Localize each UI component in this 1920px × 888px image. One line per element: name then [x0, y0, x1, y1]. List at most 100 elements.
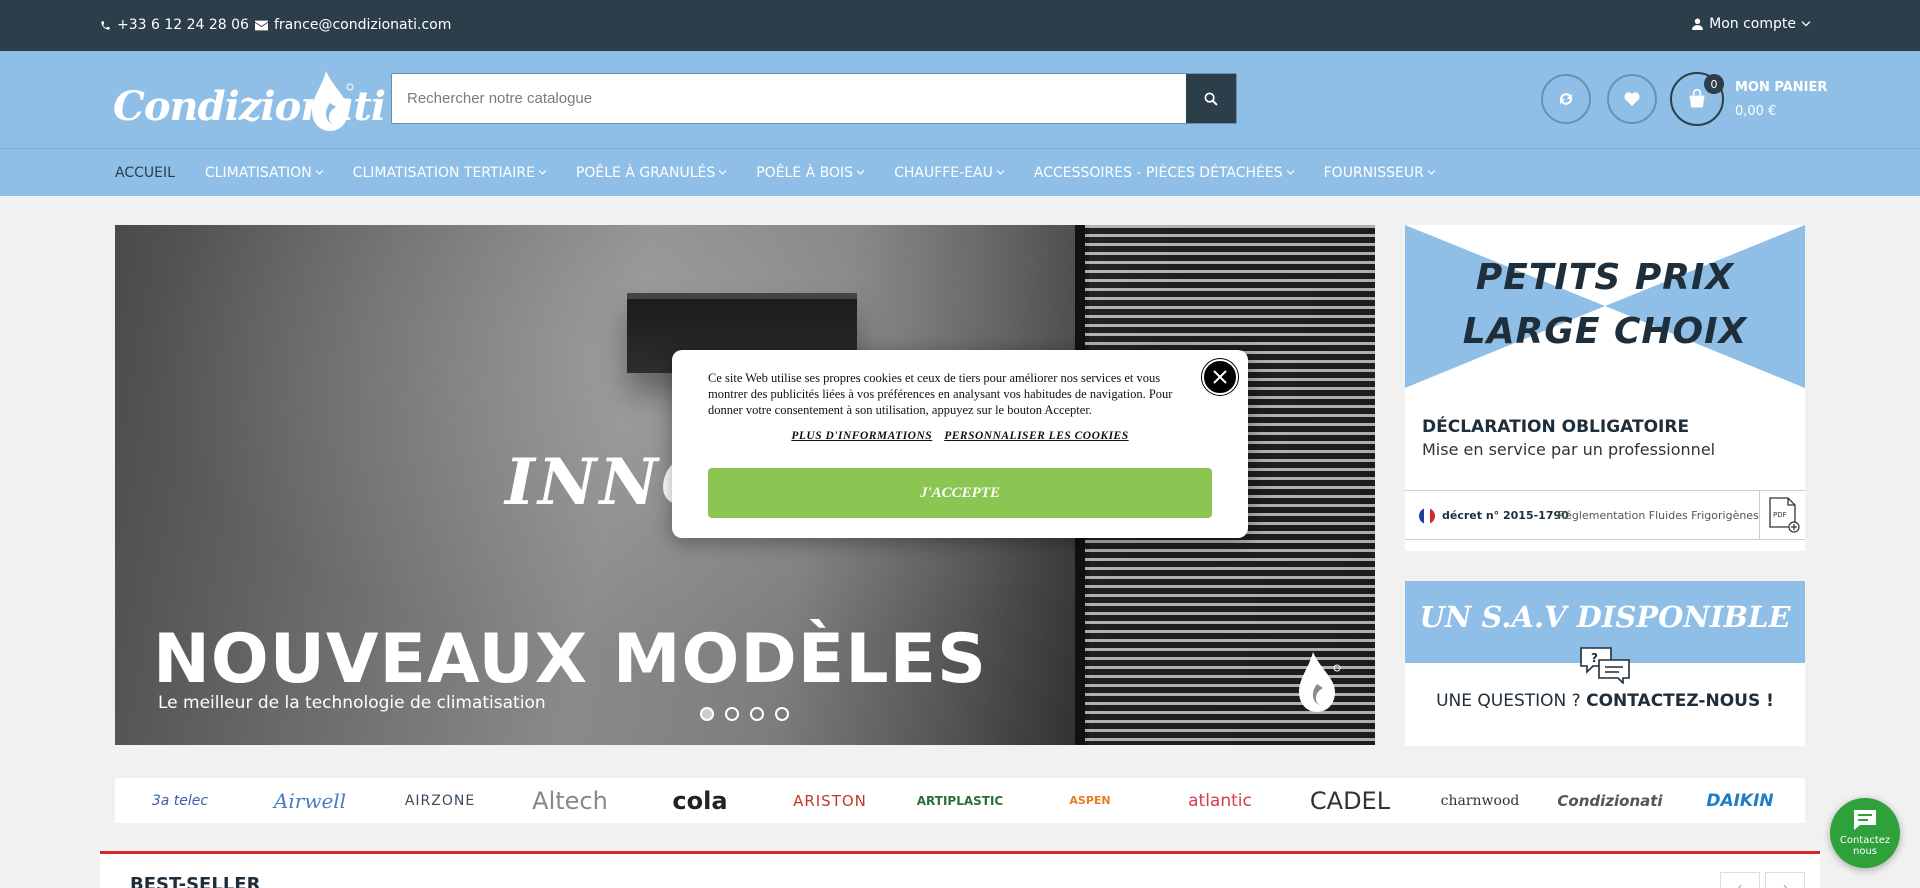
nav-item-poele-bois[interactable]: POÊLE À BOIS	[756, 165, 865, 181]
cart-label[interactable]: MON PANIER	[1735, 80, 1827, 95]
chat-label-line-2: nous	[1852, 846, 1877, 857]
nav-label: CLIMATISATION TERTIAIRE	[352, 164, 535, 181]
bestseller-section: BEST-SELLER ‹ ›	[100, 851, 1820, 888]
slider-pagination	[700, 707, 789, 721]
brand-logo-artiplastic[interactable]: ARTIPLASTIC	[895, 794, 1025, 808]
compare-refresh-icon	[1560, 93, 1572, 105]
promo-banner-top: PETITS PRIX LARGE CHOIX	[1405, 225, 1805, 388]
cookie-message: Ce site Web utilise ses propres cookies …	[708, 371, 1173, 417]
chat-label: Contactez nous	[1830, 835, 1900, 857]
close-modal-button[interactable]	[1202, 359, 1238, 395]
nav-label: ACCUEIL	[115, 164, 175, 181]
slider-headline: NOUVEAUX MODÈLES	[153, 620, 987, 699]
account-label: Mon compte	[1709, 16, 1796, 32]
nav-label: FOURNISSEUR	[1323, 164, 1424, 181]
brand-logo-altech[interactable]: Altech	[505, 787, 635, 815]
brand-carousel: 3a telec Airwell AIRZONE Altech cola ARI…	[115, 778, 1805, 823]
declaration-subtitle: Mise en service par un professionnel	[1422, 440, 1716, 459]
chevron-down-icon	[719, 170, 727, 175]
site-header: Condizionati 0 MON PANIER 0,00 €	[0, 51, 1920, 148]
nav-item-poele-granules[interactable]: POÊLE À GRANULÉS	[575, 164, 727, 181]
chevron-down-icon	[538, 170, 546, 175]
air-conditioner-top	[627, 293, 857, 299]
brand-logo-airzone[interactable]: AIRZONE	[375, 793, 505, 809]
sav-contact-cta[interactable]: CONTACTEZ-NOUS !	[1586, 691, 1774, 711]
wishlist-button[interactable]	[1607, 74, 1657, 124]
chevron-down-icon	[1427, 170, 1435, 175]
nav-label: POÊLE À GRANULÉS	[575, 164, 716, 181]
chevron-down-icon	[1802, 21, 1810, 27]
chat-label-line-1: Contactez	[1839, 835, 1891, 846]
brand-logo-airwell[interactable]: Airwell	[245, 789, 375, 813]
brand-logo-condizionati[interactable]: Condizionati	[1545, 792, 1675, 810]
slider-subtitle: Le meilleur de la technologie de climati…	[158, 693, 546, 713]
sav-title: UN S.A.V DISPONIBLE	[1419, 600, 1791, 634]
chat-icon	[1854, 810, 1876, 830]
brand-logo-charnwood[interactable]: charnwood	[1415, 793, 1545, 809]
regulation-text: Réglementation Fluides Frigorigènes	[1558, 509, 1759, 522]
nav-item-fournisseur[interactable]: FOURNISSEUR	[1324, 165, 1435, 181]
sav-banner[interactable]: UN S.A.V DISPONIBLE ? UNE QUESTION ? CON…	[1405, 581, 1805, 746]
main-navigation: ACCUEIL CLIMATISATION CLIMATISATION TERT…	[0, 148, 1920, 196]
brand-logo-ariston[interactable]: ARISTON	[765, 792, 895, 810]
promo-banner[interactable]: PETITS PRIX LARGE CHOIX DÉCLARATION OBLI…	[1405, 225, 1805, 551]
bestseller-prev-button[interactable]: ‹	[1720, 872, 1760, 888]
search-icon	[1204, 92, 1218, 106]
brand-logo-cadel[interactable]: CADEL	[1285, 787, 1415, 815]
chevron-left-icon: ‹	[1737, 880, 1743, 888]
nav-item-chauffe-eau[interactable]: CHAUFFE-EAU	[894, 165, 1004, 181]
phone-number: +33 6 12 24 28 06	[117, 17, 249, 33]
envelope-icon	[255, 20, 268, 30]
email-address: france@condizionati.com	[274, 17, 452, 33]
nav-item-accueil[interactable]: ACCUEIL	[115, 165, 175, 181]
brand-logo-3a-telec[interactable]: 3a telec	[115, 793, 245, 809]
accept-cookies-button[interactable]: J'ACCEPTE	[708, 468, 1212, 518]
customize-cookies-link[interactable]: PERSONNALISER LES COOKIES	[944, 430, 1128, 442]
sav-question: UNE QUESTION ? CONTACTEZ-NOUS !	[1405, 691, 1805, 711]
svg-text:?: ?	[1591, 651, 1598, 665]
promo-line-2: LARGE CHOIX	[1462, 311, 1748, 352]
search-button[interactable]	[1186, 74, 1236, 123]
nav-label: CHAUFFE-EAU	[894, 164, 993, 181]
nav-item-climatisation[interactable]: CLIMATISATION	[205, 165, 323, 181]
pdf-download[interactable]: PDF	[1759, 491, 1805, 539]
account-menu[interactable]: Mon compte	[1692, 16, 1810, 32]
brand-logo-aspen[interactable]: ASPEN	[1025, 794, 1155, 807]
site-logo[interactable]: Condizionati	[113, 69, 386, 133]
cookie-consent-modal: Ce site Web utilise ses propres cookies …	[672, 350, 1248, 538]
email-contact[interactable]: france@condizionati.com	[255, 17, 451, 33]
slider-dot-2[interactable]	[725, 707, 739, 721]
compare-button[interactable]	[1541, 74, 1591, 124]
slider-dot-3[interactable]	[750, 707, 764, 721]
cookie-links: PLUS D'INFORMATIONS PERSONNALISER LES CO…	[672, 430, 1248, 442]
chevron-down-icon	[315, 170, 323, 175]
promo-x-graphic	[1405, 225, 1805, 388]
chevron-down-icon	[1286, 170, 1294, 175]
user-icon	[1692, 18, 1704, 30]
nav-item-accessoires[interactable]: ACCESSOIRES - PIÈCES DÉTACHÉES	[1034, 165, 1294, 181]
decree-bar: décret n° 2015-1790 Réglementation Fluid…	[1405, 490, 1805, 540]
bestseller-next-button[interactable]: ›	[1765, 872, 1805, 888]
pdf-icon-label: PDF	[1773, 511, 1787, 519]
phone-contact[interactable]: +33 6 12 24 28 06	[100, 17, 249, 33]
brand-logo-atlantic[interactable]: atlantic	[1155, 791, 1285, 811]
brand-logo-cola[interactable]: cola	[635, 787, 765, 815]
slider-dot-4[interactable]	[775, 707, 789, 721]
cart-count-badge: 0	[1704, 74, 1724, 94]
search-input[interactable]	[392, 74, 1186, 123]
chevron-right-icon: ›	[1782, 880, 1788, 888]
brand-logo-daikin[interactable]: DAIKIN	[1675, 791, 1805, 811]
nav-item-climatisation-tertiaire[interactable]: CLIMATISATION TERTIAIRE	[353, 165, 546, 181]
pdf-icon: PDF	[1768, 497, 1800, 533]
contact-chat-button[interactable]: Contactez nous	[1830, 798, 1900, 868]
bestseller-title: BEST-SELLER	[130, 874, 261, 888]
chevron-down-icon	[996, 170, 1004, 175]
search-bar	[391, 73, 1237, 124]
logo-drop-icon	[312, 71, 354, 131]
more-info-link[interactable]: PLUS D'INFORMATIONS	[791, 430, 932, 442]
phone-icon	[101, 20, 110, 30]
brand-drop-icon	[1299, 652, 1341, 712]
shopping-bag-icon	[1689, 89, 1705, 108]
slider-dot-1[interactable]	[700, 707, 714, 721]
heart-icon	[1624, 92, 1640, 106]
